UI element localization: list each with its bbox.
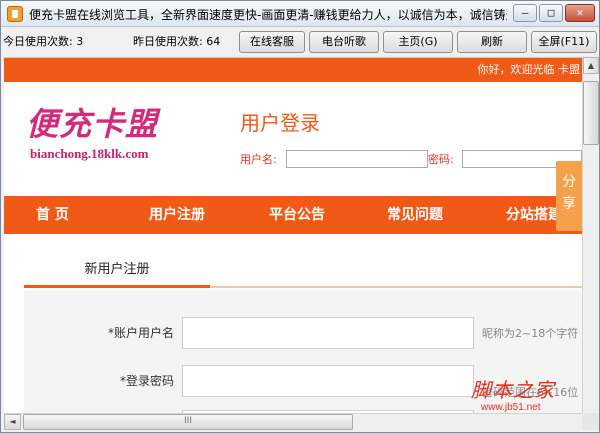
vertical-scroll-thumb[interactable] [583, 81, 599, 145]
browser-viewport: 你好，欢迎光临 卡盟 便充卡盟 bianchong.18klk.com 用户登录… [4, 57, 582, 413]
password-label: 密码: [428, 153, 454, 166]
username-input[interactable] [286, 150, 428, 168]
site-top-strip: 你好，欢迎光临 卡盟 [4, 58, 582, 82]
share-tab[interactable]: 分享 [556, 161, 582, 231]
nav-item-home[interactable]: 首 页 [36, 196, 69, 234]
username-label: 用户名: [240, 153, 277, 166]
nav-item-substation[interactable]: 分站搭建 [506, 196, 562, 234]
horizontal-scrollbar[interactable]: ◄ III [4, 413, 582, 430]
online-service-button[interactable]: 在线客服 [239, 31, 305, 53]
scroll-left-arrow-icon[interactable]: ◄ [4, 414, 21, 430]
watermark-text: 脚本之家 [471, 378, 555, 402]
nav-item-announcements[interactable]: 平台公告 [269, 196, 325, 234]
horizontal-scroll-thumb[interactable]: III [23, 414, 353, 430]
vertical-scrollbar[interactable]: ▲ [582, 57, 599, 413]
app-icon [7, 6, 23, 22]
title-bar[interactable]: 便充卡盟在线浏览工具，全新界面速度更快-画面更清-赚钱更给力人，以诚信为本，诚信… [1, 1, 599, 27]
scrollbar-corner [582, 413, 599, 430]
account-username-input[interactable] [182, 317, 474, 349]
tab-new-user-register[interactable]: 新用户注册 [24, 256, 210, 288]
window-title: 便充卡盟在线浏览工具，全新界面速度更快-画面更清-赚钱更给力人，以诚信为本，诚信… [29, 8, 507, 22]
fullscreen-button[interactable]: 全屏(F11) [531, 31, 597, 53]
toolbar: 今日使用次数: 3 昨日使用次数: 64 在线客服 电台听歌 主页(G) 刷新 … [1, 28, 599, 56]
login-password-label: *登录密码 [119, 374, 174, 388]
close-button[interactable]: ✕ [565, 4, 595, 22]
refresh-button[interactable]: 刷新 [457, 31, 527, 53]
welcome-text: 你好，欢迎光临 卡盟 [477, 63, 581, 76]
maximize-button[interactable]: □ [539, 4, 563, 22]
login-title: 用户登录 [240, 111, 320, 135]
nav-item-faq[interactable]: 常见问题 [387, 196, 443, 234]
site-logo-url: bianchong.18klk.com [30, 146, 149, 161]
account-username-label: *账户用户名 [107, 326, 174, 340]
main-nav: 首 页 用户注册 平台公告 常见问题 分站搭建 [4, 196, 582, 234]
nav-item-register[interactable]: 用户注册 [149, 196, 205, 234]
minimize-button[interactable]: — [513, 4, 537, 22]
scroll-up-arrow-icon[interactable]: ▲ [583, 57, 599, 74]
home-button[interactable]: 主页(G) [383, 31, 453, 53]
radio-music-button[interactable]: 电台听歌 [309, 31, 379, 53]
login-password-input[interactable] [182, 365, 474, 397]
account-username-hint: 昵称为2~18个字符 [482, 327, 579, 340]
register-tab-bar: 新用户注册 [24, 256, 582, 288]
today-usage-count: 今日使用次数: 3 [3, 35, 84, 48]
yesterday-usage-count: 昨日使用次数: 64 [133, 35, 221, 48]
watermark-url: www.jb51.net [481, 402, 541, 413]
site-logo[interactable]: 便充卡盟 [26, 104, 158, 144]
app-window: 便充卡盟在线浏览工具，全新界面速度更快-画面更清-赚钱更给力人，以诚信为本，诚信… [0, 0, 600, 433]
